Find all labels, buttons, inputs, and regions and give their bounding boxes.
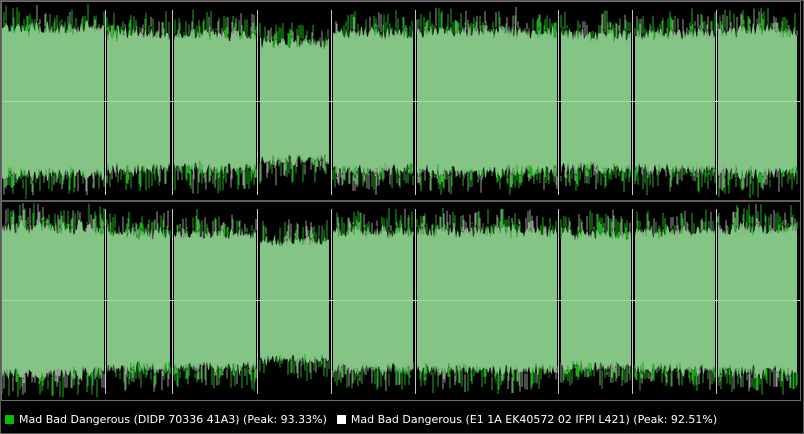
series-1-name: Mad Bad Dangerous (DIDP 70336 41A3) [19, 412, 240, 426]
waveform-envelope [718, 22, 797, 182]
waveform-envelope [561, 227, 631, 375]
left-channel [2, 4, 800, 199]
series-1-color-swatch [5, 414, 14, 424]
legend-item-series-2: Mad Bad Dangerous (E1 1A EK40572 02 IFPI… [336, 412, 718, 426]
waveform-svg [2, 4, 800, 398]
track-segment [717, 203, 798, 395]
legend-item-series-1: Mad Bad Dangerous (DIDP 70336 41A3) (Pea… [5, 413, 327, 426]
legend: Mad Bad Dangerous (DIDP 70336 41A3) (Pea… [5, 411, 727, 427]
waveform-envelope [107, 26, 170, 178]
waveform-overlay-view[interactable] [1, 1, 801, 401]
series-2-name: Mad Bad Dangerous (E1 1A EK40572 02 IFPI… [350, 412, 630, 426]
track-segment [416, 6, 558, 195]
series-2-color-swatch [336, 414, 346, 424]
track-segment [259, 22, 329, 186]
series-1-peak: (Peak: 93.33%) [243, 412, 327, 426]
series-2-peak: (Peak: 92.51%) [633, 412, 718, 426]
right-channel [2, 203, 800, 398]
waveform-comparison-window: Mad Bad Dangerous (DIDP 70336 41A3) (Pea… [0, 0, 804, 434]
track-segment [332, 10, 414, 195]
track-segment [106, 210, 171, 392]
track-segment [560, 209, 631, 389]
track-segment [332, 208, 414, 392]
track-segment [717, 7, 798, 198]
